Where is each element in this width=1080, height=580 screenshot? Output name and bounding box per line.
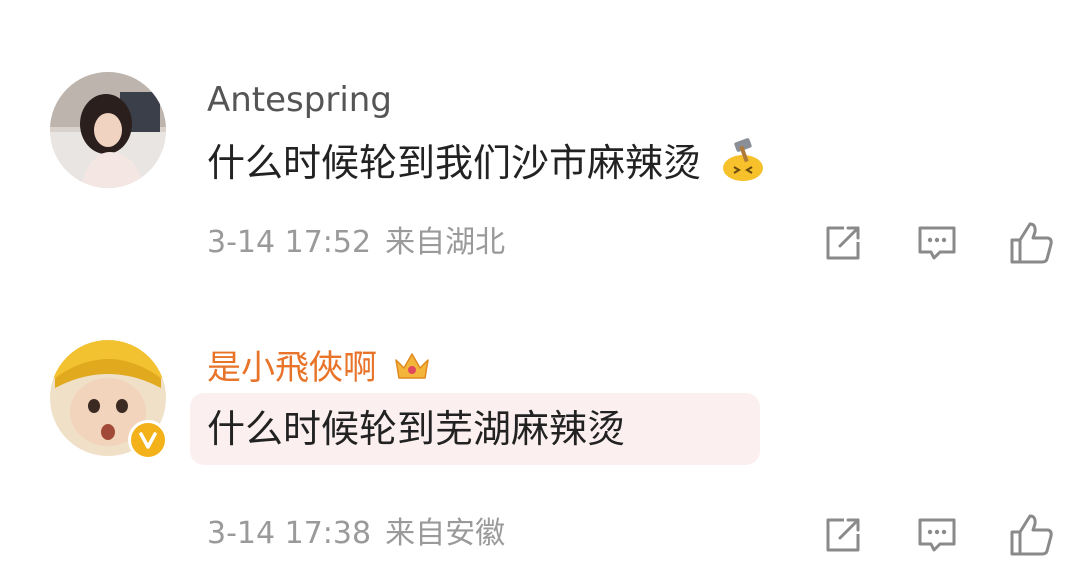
like-button[interactable]: [1006, 218, 1056, 268]
share-icon: [826, 518, 860, 552]
location: 来自安徽: [385, 516, 506, 551]
comment-meta: 3-14 17:38 来自安徽: [207, 516, 505, 552]
like-button[interactable]: [1006, 510, 1056, 560]
comment-icon: [918, 518, 956, 552]
verified-badge-icon: [128, 420, 168, 460]
share-button[interactable]: [820, 512, 866, 558]
timestamp: 3-14 17:38: [207, 516, 372, 551]
username[interactable]: 是小飛俠啊: [207, 348, 432, 388]
comment-item: 是小飛俠啊 什么时候轮到芜湖麻辣烫 3-14 17:38 来自安徽: [0, 290, 1080, 580]
hammer-face-emoji-icon: [717, 138, 765, 182]
like-icon: [1010, 222, 1053, 264]
comment-button[interactable]: [914, 512, 960, 558]
avatar[interactable]: [50, 72, 166, 188]
comment-meta: 3-14 17:52 来自湖北: [207, 225, 505, 261]
like-icon: [1010, 514, 1053, 556]
comment-item: Antespring 什么时候轮到我们沙市麻辣烫 3-14 17:52 来自湖北: [0, 0, 1080, 290]
comment-text: 什么时候轮到我们沙市麻辣烫: [207, 138, 765, 186]
comment-text-content: 什么时候轮到我们沙市麻辣烫: [207, 141, 702, 185]
location: 来自湖北: [385, 225, 506, 260]
share-button[interactable]: [820, 220, 866, 266]
comment-text: 什么时候轮到芜湖麻辣烫: [207, 407, 626, 451]
comment-button[interactable]: [914, 220, 960, 266]
username-text: 是小飛俠啊: [207, 348, 377, 388]
comment-icon: [918, 226, 956, 260]
username[interactable]: Antespring: [207, 80, 392, 120]
crown-icon: [392, 348, 432, 384]
timestamp: 3-14 17:52: [207, 225, 372, 260]
share-icon: [826, 226, 860, 260]
